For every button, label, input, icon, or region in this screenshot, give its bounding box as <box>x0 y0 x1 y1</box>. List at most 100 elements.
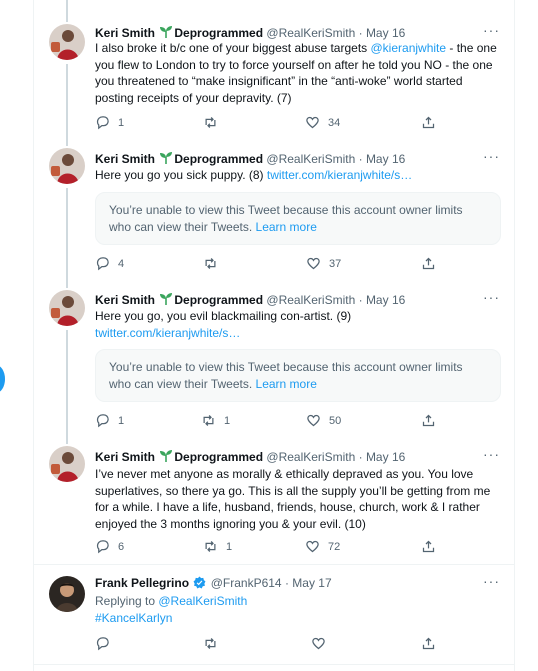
reply-button[interactable] <box>95 636 118 651</box>
tweet-text: Here you go, you evil blackmailing con-a… <box>95 309 352 340</box>
retweet-button[interactable] <box>203 636 226 651</box>
reply-count: 6 <box>118 540 125 553</box>
tweet-actions: 1 1 50 <box>95 413 435 429</box>
like-button[interactable]: 34 <box>305 115 340 130</box>
more-options-button[interactable]: ··· <box>483 22 500 38</box>
display-name[interactable]: Keri Smith <box>95 152 155 166</box>
display-name-suffix: Deprogrammed <box>174 293 264 307</box>
tweet-header: Keri Smith Deprogrammed @RealKeriSmith ·… <box>95 449 405 464</box>
like-button[interactable]: 72 <box>305 539 340 554</box>
tweet-link[interactable]: twitter.com/kieranjwhite/s… <box>267 168 412 182</box>
heart-icon <box>307 414 320 427</box>
display-name[interactable]: Frank Pellegrino <box>95 576 189 590</box>
heart-icon <box>307 257 320 270</box>
learn-more-link[interactable]: Learn more <box>256 377 317 391</box>
tweet-date[interactable]: · May 17 <box>285 576 332 590</box>
retweet-button[interactable]: 1 <box>203 539 232 554</box>
share-button[interactable] <box>421 413 436 428</box>
like-count: 72 <box>328 540 341 553</box>
retweet-button[interactable]: 1 <box>201 413 230 428</box>
like-count: 50 <box>329 414 342 427</box>
reply-icon <box>96 116 109 130</box>
user-handle[interactable]: @RealKeriSmith <box>266 450 355 464</box>
share-button[interactable] <box>421 115 436 130</box>
tweet-actions: 1 34 <box>95 115 435 131</box>
more-options-button[interactable]: ··· <box>483 446 500 462</box>
floating-action-bubble[interactable] <box>0 365 5 393</box>
retweet-count: 1 <box>224 414 231 427</box>
retweet-button[interactable] <box>203 256 226 271</box>
share-icon <box>422 257 435 270</box>
sprout-icon <box>160 293 173 305</box>
display-name[interactable]: Keri Smith <box>95 450 155 464</box>
divider <box>34 664 514 665</box>
share-icon <box>422 540 435 553</box>
hashtag-link[interactable]: #KancelKarlyn <box>95 611 172 625</box>
tweet-header: Keri Smith Deprogrammed @RealKeriSmith ·… <box>95 292 405 307</box>
reply-count: 1 <box>118 116 125 129</box>
display-name-suffix: Deprogrammed <box>174 152 264 166</box>
avatar[interactable] <box>49 446 85 482</box>
more-options-button[interactable]: ··· <box>483 148 500 164</box>
avatar[interactable] <box>49 576 85 612</box>
like-button[interactable]: 50 <box>306 413 341 428</box>
avatar[interactable] <box>49 24 85 60</box>
user-handle[interactable]: @RealKeriSmith <box>266 152 355 166</box>
tweet-text: #KancelKarlyn <box>95 610 500 627</box>
thread-line <box>66 140 68 146</box>
user-handle[interactable]: @RealKeriSmith <box>266 293 355 307</box>
unavailable-quote-card: You’re unable to view this Tweet because… <box>95 192 501 245</box>
tweet[interactable]: Keri Smith Deprogrammed @RealKeriSmith ·… <box>34 438 514 564</box>
like-button[interactable]: 37 <box>306 256 341 271</box>
thread-line <box>66 286 68 288</box>
tweet-link[interactable]: twitter.com/kieranjwhite/s… <box>95 326 240 340</box>
avatar[interactable] <box>49 148 85 184</box>
tweet[interactable]: Keri Smith Deprogrammed @RealKeriSmith ·… <box>34 286 514 438</box>
timeline: Keri Smith Deprogrammed @RealKeriSmith ·… <box>33 0 515 671</box>
avatar[interactable] <box>49 290 85 326</box>
tweet[interactable]: Keri Smith Deprogrammed @RealKeriSmith ·… <box>34 140 514 286</box>
more-options-button[interactable]: ··· <box>483 573 500 589</box>
share-icon <box>422 116 435 129</box>
reply-button[interactable]: 1 <box>95 413 124 428</box>
verified-badge-icon <box>193 576 206 589</box>
display-name[interactable]: Keri Smith <box>95 26 155 40</box>
share-button[interactable] <box>421 636 436 651</box>
tweet-header: Keri Smith Deprogrammed @RealKeriSmith ·… <box>95 25 405 40</box>
tweet-date[interactable]: · May 16 <box>359 450 406 464</box>
mention-link[interactable]: @kieranjwhite <box>371 41 447 55</box>
tweet-text: Here you go you sick puppy. (8) twitter.… <box>95 168 413 182</box>
reply-button[interactable]: 4 <box>95 256 124 271</box>
user-handle[interactable]: @RealKeriSmith <box>266 26 355 40</box>
reply-icon <box>96 414 109 428</box>
reply-button[interactable]: 6 <box>95 539 124 554</box>
retweet-count: 1 <box>226 540 233 553</box>
replying-to-link[interactable]: @RealKeriSmith <box>158 594 247 608</box>
tweet-date[interactable]: · May 16 <box>359 26 406 40</box>
more-options-button[interactable]: ··· <box>483 289 500 305</box>
like-count: 37 <box>329 257 342 270</box>
share-button[interactable] <box>421 539 436 554</box>
reply-button[interactable]: 1 <box>95 115 124 130</box>
share-icon <box>422 637 435 650</box>
tweet-date[interactable]: · May 16 <box>359 152 406 166</box>
share-icon <box>422 414 435 427</box>
thread-line <box>66 64 68 140</box>
display-name-suffix: Deprogrammed <box>174 450 264 464</box>
like-button[interactable] <box>311 636 334 651</box>
tweet-date[interactable]: · May 16 <box>359 293 406 307</box>
learn-more-link[interactable]: Learn more <box>256 220 317 234</box>
reply-count: 1 <box>118 414 125 427</box>
share-button[interactable] <box>421 256 436 271</box>
unavailable-quote-card: You’re unable to view this Tweet because… <box>95 349 501 402</box>
retweet-icon <box>203 415 214 426</box>
sprout-icon <box>160 26 173 38</box>
retweet-button[interactable] <box>203 115 226 130</box>
thread-line <box>66 438 68 444</box>
user-handle[interactable]: @FrankP614 <box>211 576 282 590</box>
display-name[interactable]: Keri Smith <box>95 293 155 307</box>
tweet[interactable]: Frank Pellegrino @FrankP614 · May 17 ···… <box>34 565 514 665</box>
reply-count: 4 <box>118 257 125 270</box>
tweet[interactable]: Keri Smith Deprogrammed @RealKeriSmith ·… <box>34 0 514 140</box>
tweet-text: I’ve never met anyone as morally & ethic… <box>95 467 491 531</box>
